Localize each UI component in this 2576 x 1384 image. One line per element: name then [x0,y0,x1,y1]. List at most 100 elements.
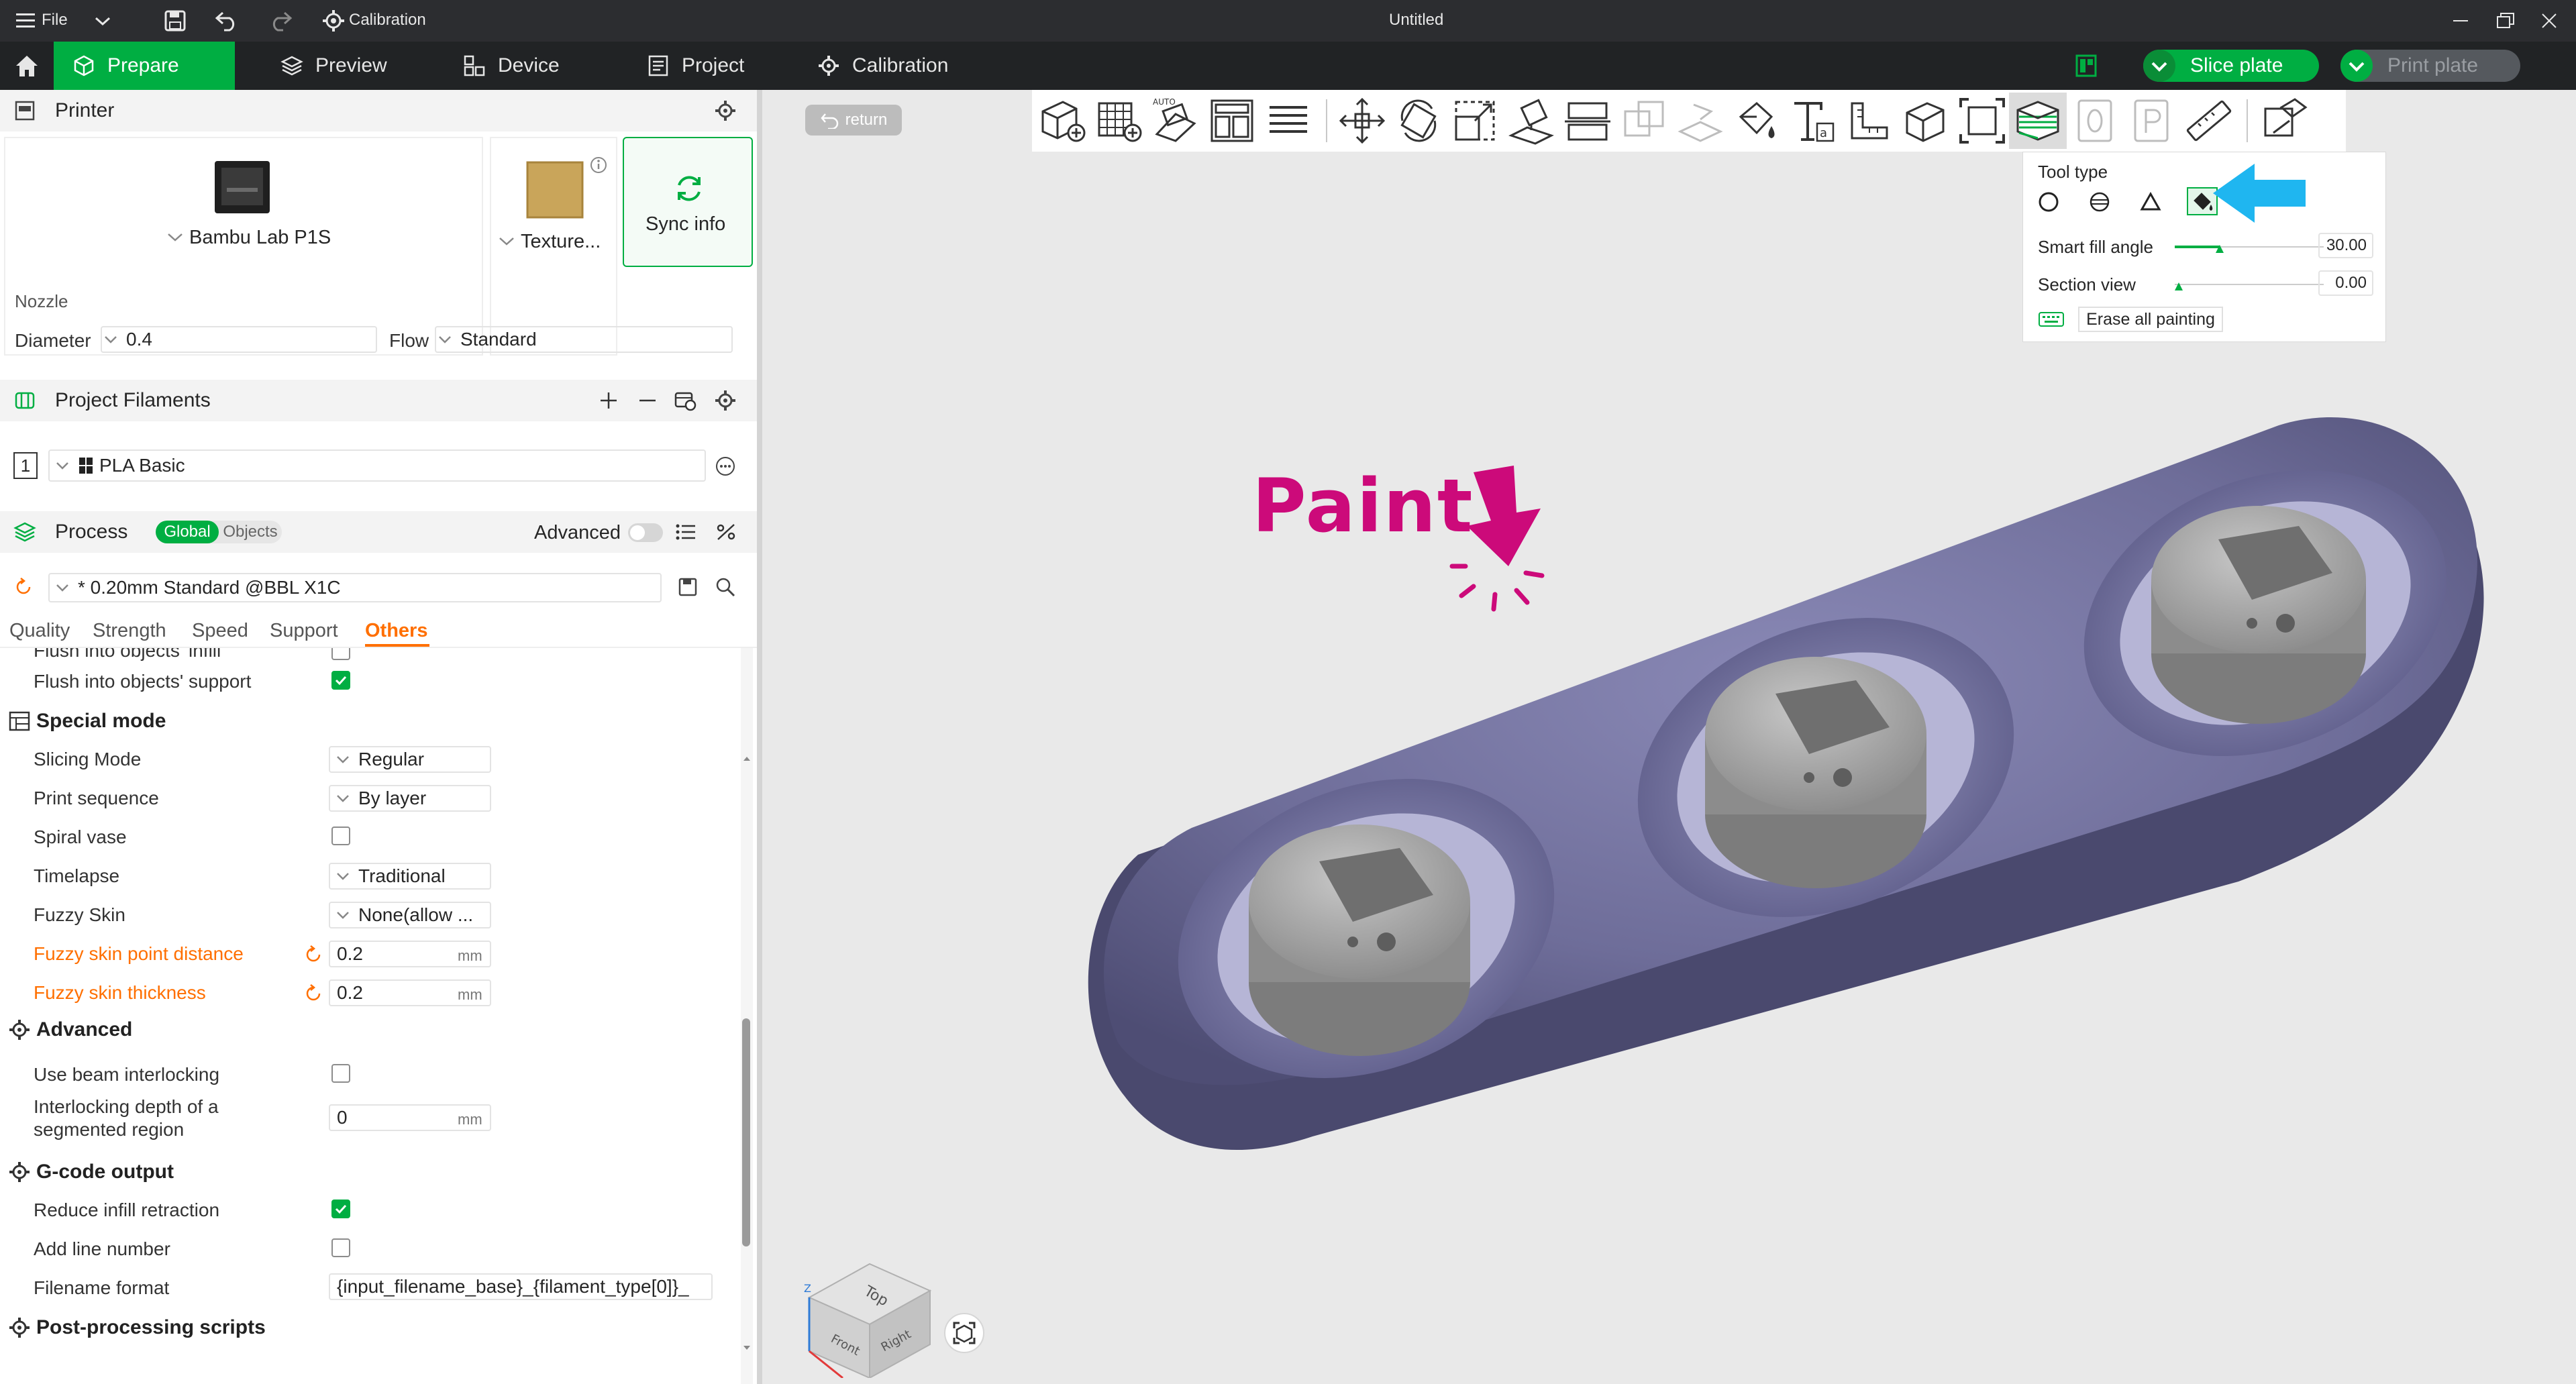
knob-1[interactable] [1249,824,1470,1056]
unit-label: mm [458,1111,482,1128]
tab-project[interactable]: Project [628,42,763,90]
check-icon [335,1204,347,1214]
timelapse-dropdown[interactable]: Traditional [329,863,491,890]
remove-icon[interactable] [637,390,658,411]
printer-card[interactable]: Bambu Lab P1S [4,137,483,356]
reset-icon[interactable] [303,945,323,965]
tab-others[interactable]: Others [365,620,427,642]
filament-sync-icon[interactable] [674,389,697,412]
global-option[interactable]: Global [156,521,219,543]
knob-3[interactable] [2151,506,2366,724]
gcode-gear-icon [9,1162,30,1182]
flow-label: Flow [389,330,429,351]
slice-dropdown-icon[interactable] [2143,50,2175,82]
add-line-number-label: Add line number [34,1238,170,1259]
spiral-vase-checkbox[interactable] [331,827,350,845]
tab-quality[interactable]: Quality [9,620,70,642]
printer-settings-gear-icon[interactable] [714,99,737,122]
diameter-dropdown[interactable]: 0.4 [101,326,377,353]
tab-prepare[interactable]: Prepare [54,42,235,90]
print-plate-label: Print plate [2387,54,2479,76]
info-icon[interactable] [589,156,608,174]
file-menu[interactable]: File [42,11,68,30]
filename-format-label: Filename format [34,1277,170,1298]
beam-interlocking-label: Use beam interlocking [34,1064,220,1085]
3d-viewport[interactable]: return AUTO a Tool type Smart fill angle… [762,90,2576,1384]
home-button[interactable] [0,42,54,90]
multi-device-icon[interactable] [2075,54,2098,78]
redo-icon[interactable] [268,9,293,32]
minimize-icon[interactable] [2451,12,2471,30]
filament-name: PLA Basic [99,455,185,476]
fuzzy-skin-dropdown[interactable]: None(allow ... [329,902,491,928]
advanced-toggle[interactable] [628,523,663,542]
tab-calibration[interactable]: Calibration [798,42,967,90]
tab-device[interactable]: Device [444,42,578,90]
gear-icon [819,56,839,76]
reduce-infill-retraction-checkbox[interactable] [331,1200,350,1218]
plate-chevron-down-icon[interactable] [498,233,515,248]
gcode-output-group: G-code output [8,1161,174,1183]
sync-info-button[interactable]: Sync info [623,137,753,267]
print-sequence-dropdown[interactable]: By layer [329,785,491,812]
flush-support-checkbox[interactable] [331,671,350,690]
calibration-menu[interactable]: Calibration [349,11,426,30]
undo-icon[interactable] [215,9,239,32]
restore-icon[interactable] [2495,11,2516,31]
special-mode-title: Special mode [36,710,166,732]
interlocking-depth-label-line1: Interlocking depth of a [34,1096,219,1117]
print-dropdown-icon[interactable] [2340,50,2373,82]
view-cube[interactable]: Top Front Right Z [782,1217,943,1378]
printer-chevron-down-icon[interactable] [166,229,184,244]
scroll-up-icon[interactable] [741,753,753,765]
chevron-down-icon [337,756,349,763]
filament-dropdown[interactable]: PLA Basic [48,449,706,482]
tab-preview-label: Preview [315,54,387,76]
unit-label: mm [458,986,482,1003]
tab-speed[interactable]: Speed [192,620,248,642]
fuzzy-point-distance-label: Fuzzy skin point distance [34,943,244,964]
save-preset-icon[interactable] [678,577,698,597]
list-icon[interactable] [675,522,697,542]
flush-infill-checkbox[interactable] [331,648,350,660]
process-preset-dropdown[interactable]: * 0.20mm Standard @BBL X1C [48,573,662,602]
settings-scrollbar-thumb[interactable] [742,1018,750,1246]
add-line-number-checkbox[interactable] [331,1238,350,1257]
scroll-down-icon[interactable] [741,1342,753,1354]
slice-plate-button[interactable]: Slice plate [2143,50,2319,82]
gcode-output-title: G-code output [36,1161,174,1183]
advanced-title: Advanced [36,1018,133,1041]
search-icon[interactable] [715,577,735,597]
add-icon[interactable] [599,390,619,411]
chevron-down-icon[interactable] [94,13,111,28]
knob-2[interactable] [1705,657,1926,888]
save-icon[interactable] [164,9,187,32]
compare-icon[interactable] [715,522,737,542]
printer-icon [15,101,35,121]
beam-interlocking-checkbox[interactable] [331,1064,350,1083]
menu-icon[interactable] [15,11,36,31]
nozzle-label: Nozzle [15,291,68,311]
close-icon[interactable] [2539,11,2559,31]
slicing-mode-dropdown[interactable]: Regular [329,746,491,773]
tab-support[interactable]: Support [270,620,338,642]
panel-splitter[interactable] [757,90,762,1384]
filament-settings-gear-icon[interactable] [714,389,737,412]
more-options-icon[interactable] [714,455,737,478]
tab-strength[interactable]: Strength [93,620,166,642]
reset-view-icon[interactable] [943,1312,985,1354]
title-bar: File Calibration Untitled [0,0,2576,42]
filename-format-input[interactable]: {input_filename_base}_{filament_type[0]}… [329,1273,713,1300]
tab-device-label: Device [498,54,560,76]
print-plate-button[interactable]: Print plate [2340,50,2520,82]
chevron-down-icon [56,584,68,592]
reset-icon[interactable] [13,577,34,597]
reset-icon[interactable] [303,983,323,1004]
diameter-value: 0.4 [126,329,152,350]
flow-dropdown[interactable]: Standard [435,326,733,353]
filament-slot-number[interactable]: 1 [13,452,38,479]
objects-option[interactable]: Objects [219,521,282,543]
plate-card[interactable]: Texture... [490,137,617,356]
tab-preview[interactable]: Preview [262,42,406,90]
global-objects-toggle[interactable]: Global Objects [156,521,282,543]
